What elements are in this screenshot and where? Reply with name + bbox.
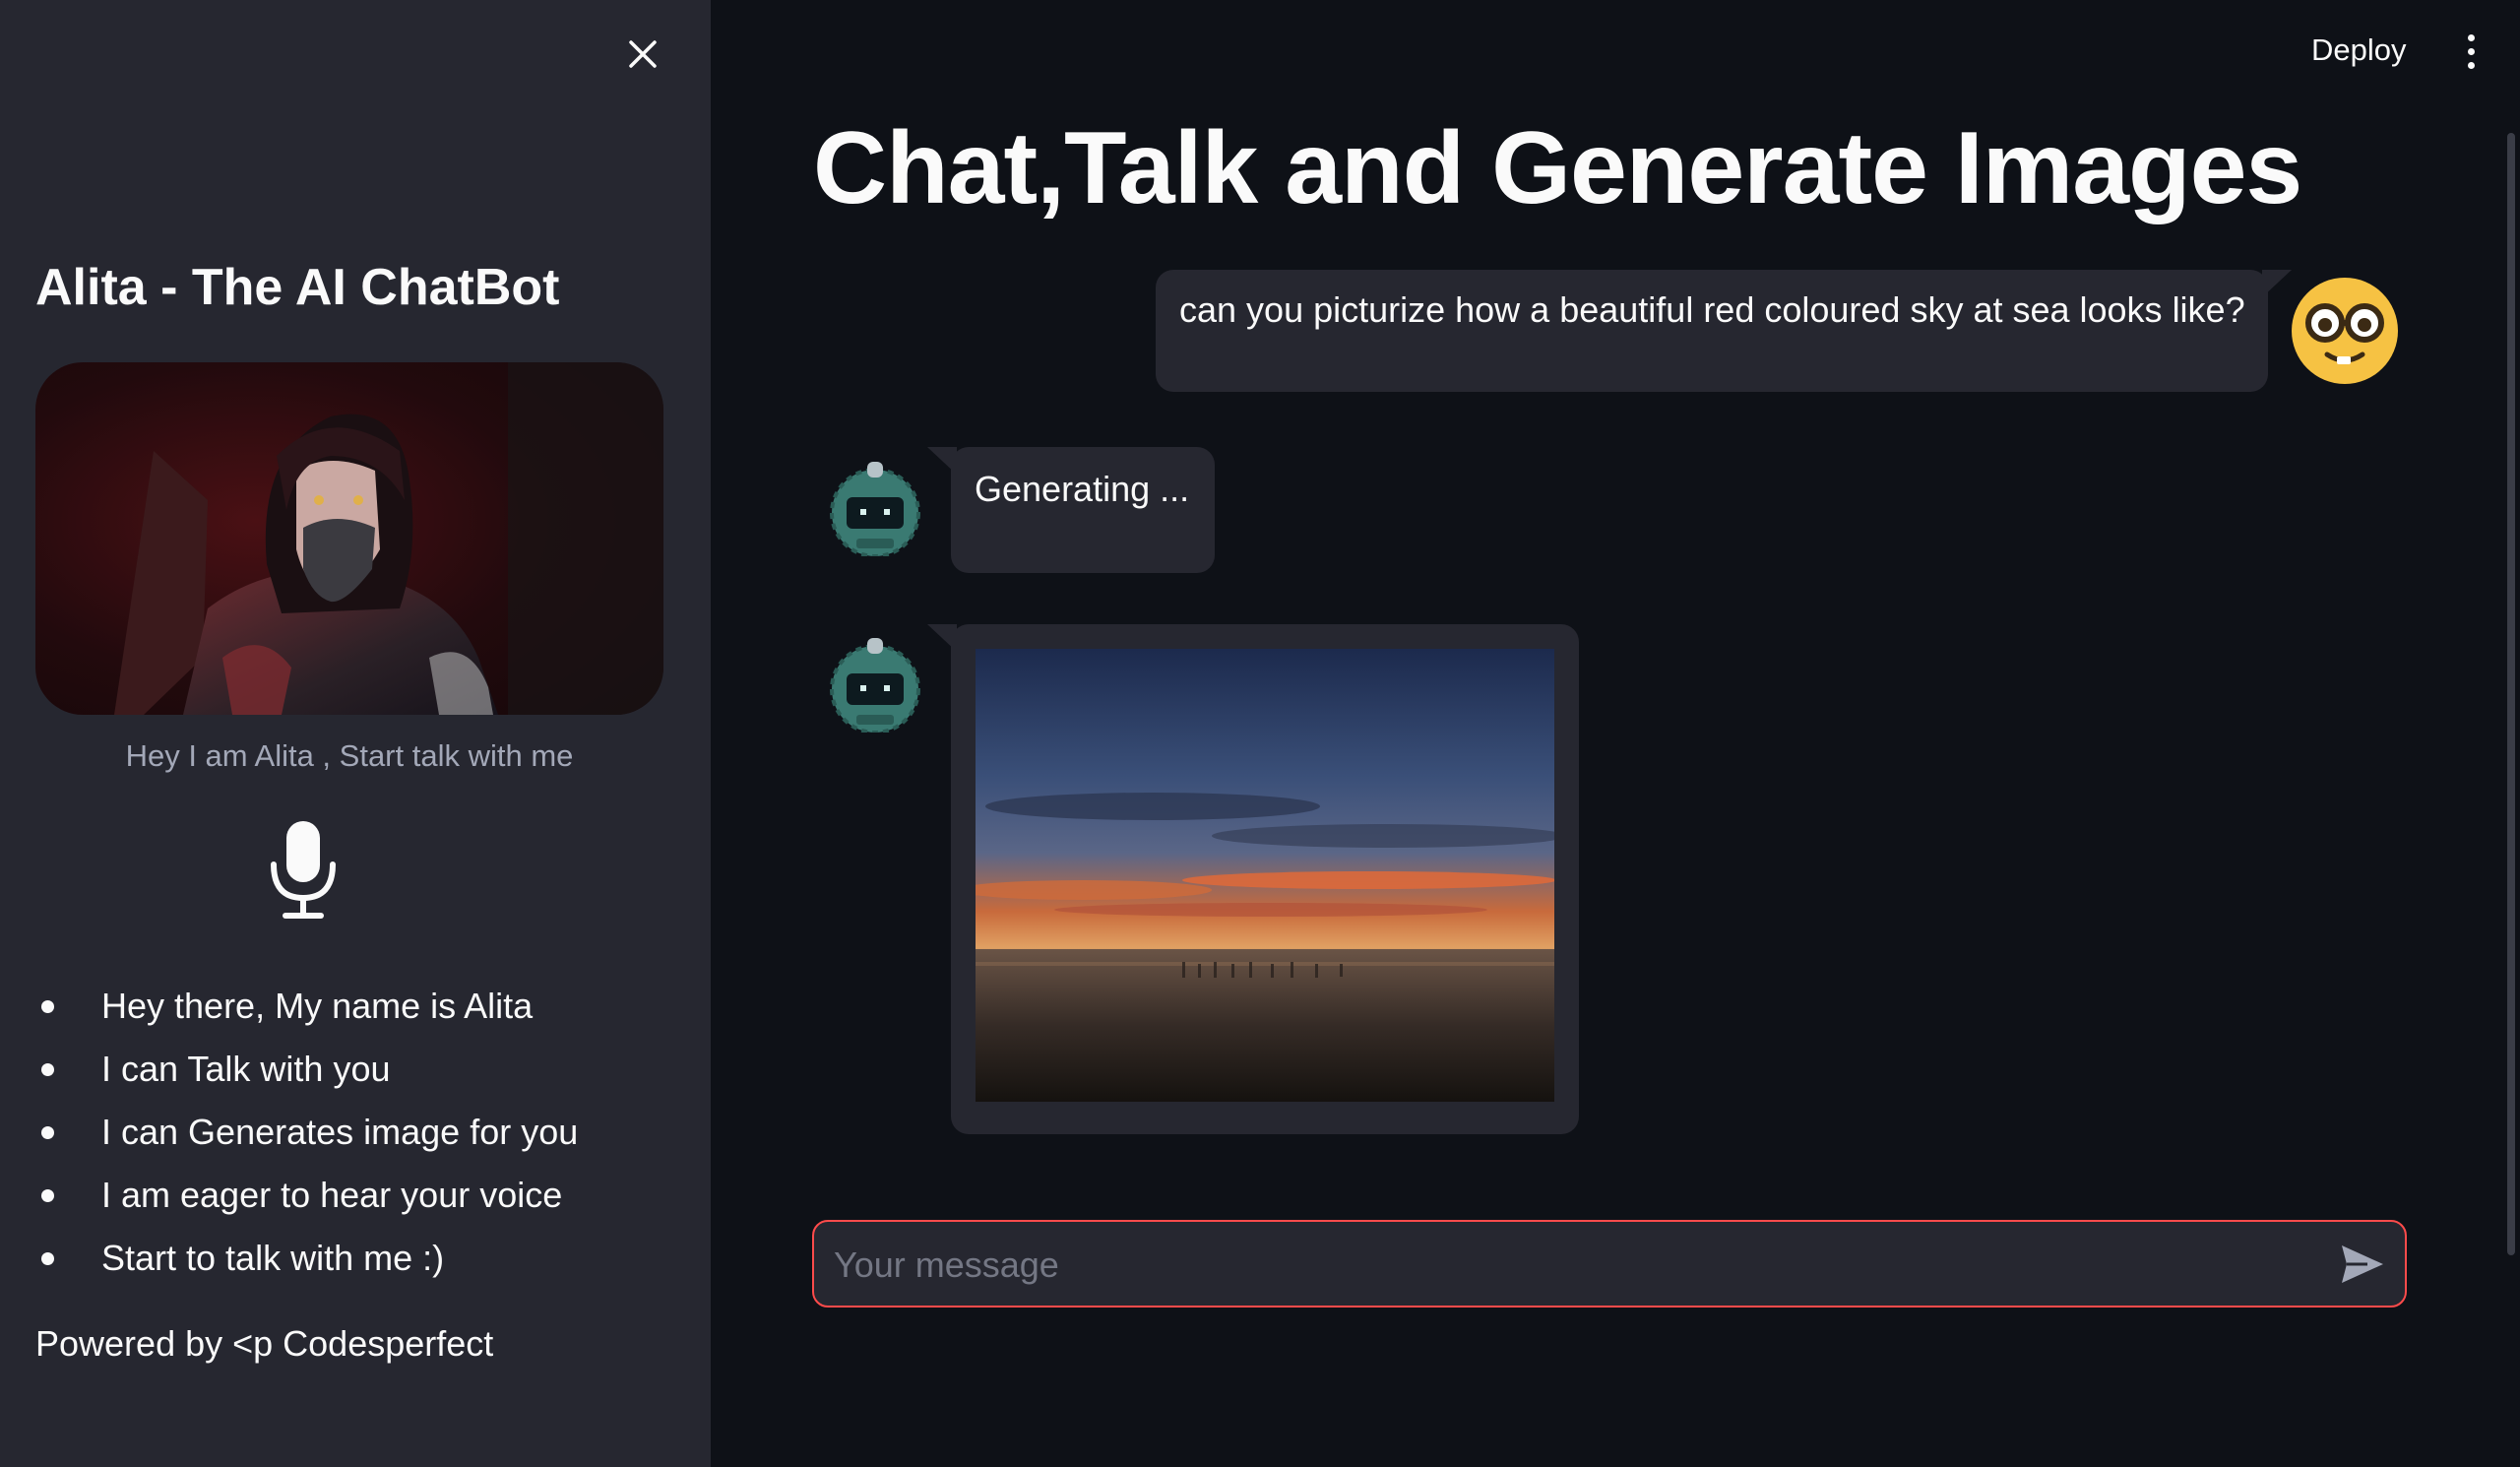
- scrollbar[interactable]: [2507, 133, 2515, 1255]
- bullet-icon: [41, 1189, 54, 1202]
- close-icon: [629, 40, 657, 68]
- list-item-label: Hey there, My name is Alita: [101, 986, 534, 1026]
- vertical-dots-icon: [2467, 47, 2475, 55]
- main-menu-button[interactable]: [2453, 24, 2488, 79]
- list-item: I can Generates image for you: [35, 1101, 578, 1164]
- robot-avatar-icon: [830, 462, 920, 556]
- nerd-face-avatar-icon: [2292, 278, 2398, 384]
- list-item: Hey there, My name is Alita: [35, 975, 578, 1038]
- generated-sunset-image: [976, 649, 1554, 1102]
- list-item: I am eager to hear your voice: [35, 1164, 578, 1227]
- message-input-box[interactable]: [812, 1220, 2407, 1308]
- list-item-label: I can Generates image for you: [101, 1112, 579, 1152]
- message-text: Generating ...: [975, 469, 1190, 509]
- list-item: Start to talk with me :): [35, 1227, 578, 1290]
- sidebar-title: Alita - The AI ChatBot: [35, 259, 560, 316]
- vertical-dots-icon: [2467, 33, 2475, 41]
- powered-by-text: Powered by <p Codesperfect: [35, 1323, 494, 1364]
- assistant-image-message: [927, 624, 1579, 1134]
- list-item-label: Start to talk with me :): [101, 1238, 445, 1278]
- bullet-icon: [41, 1252, 54, 1265]
- feature-list: Hey there, My name is Alita I can Talk w…: [35, 975, 578, 1290]
- deploy-button[interactable]: Deploy: [2294, 22, 2425, 79]
- sidebar-caption: Hey I am Alita , Start talk with me: [125, 738, 574, 773]
- list-item-label: I can Talk with you: [101, 1049, 391, 1089]
- robot-avatar-icon: [830, 638, 920, 733]
- vertical-dots-icon: [2467, 61, 2475, 69]
- page-title: Chat,Talk and Generate Images: [813, 111, 2302, 225]
- sidebar: Alita - The AI ChatBot Hey I am Alita , …: [0, 0, 711, 1467]
- message-input[interactable]: [832, 1222, 2293, 1308]
- alita-character-image: [35, 362, 663, 715]
- assistant-message: Generating ...: [927, 447, 1215, 573]
- bullet-icon: [41, 1000, 54, 1013]
- message-text: can you picturize how a beautiful red co…: [1179, 289, 2245, 330]
- list-item-label: I am eager to hear your voice: [101, 1175, 563, 1215]
- send-icon[interactable]: [2338, 1240, 2387, 1289]
- microphone-icon: [271, 821, 336, 919]
- list-item: I can Talk with you: [35, 1038, 578, 1101]
- bullet-icon: [41, 1126, 54, 1139]
- microphone-button[interactable]: [266, 819, 341, 922]
- user-message: can you picturize how a beautiful red co…: [1156, 270, 2292, 392]
- close-sidebar-button[interactable]: [620, 32, 665, 77]
- bullet-icon: [41, 1063, 54, 1076]
